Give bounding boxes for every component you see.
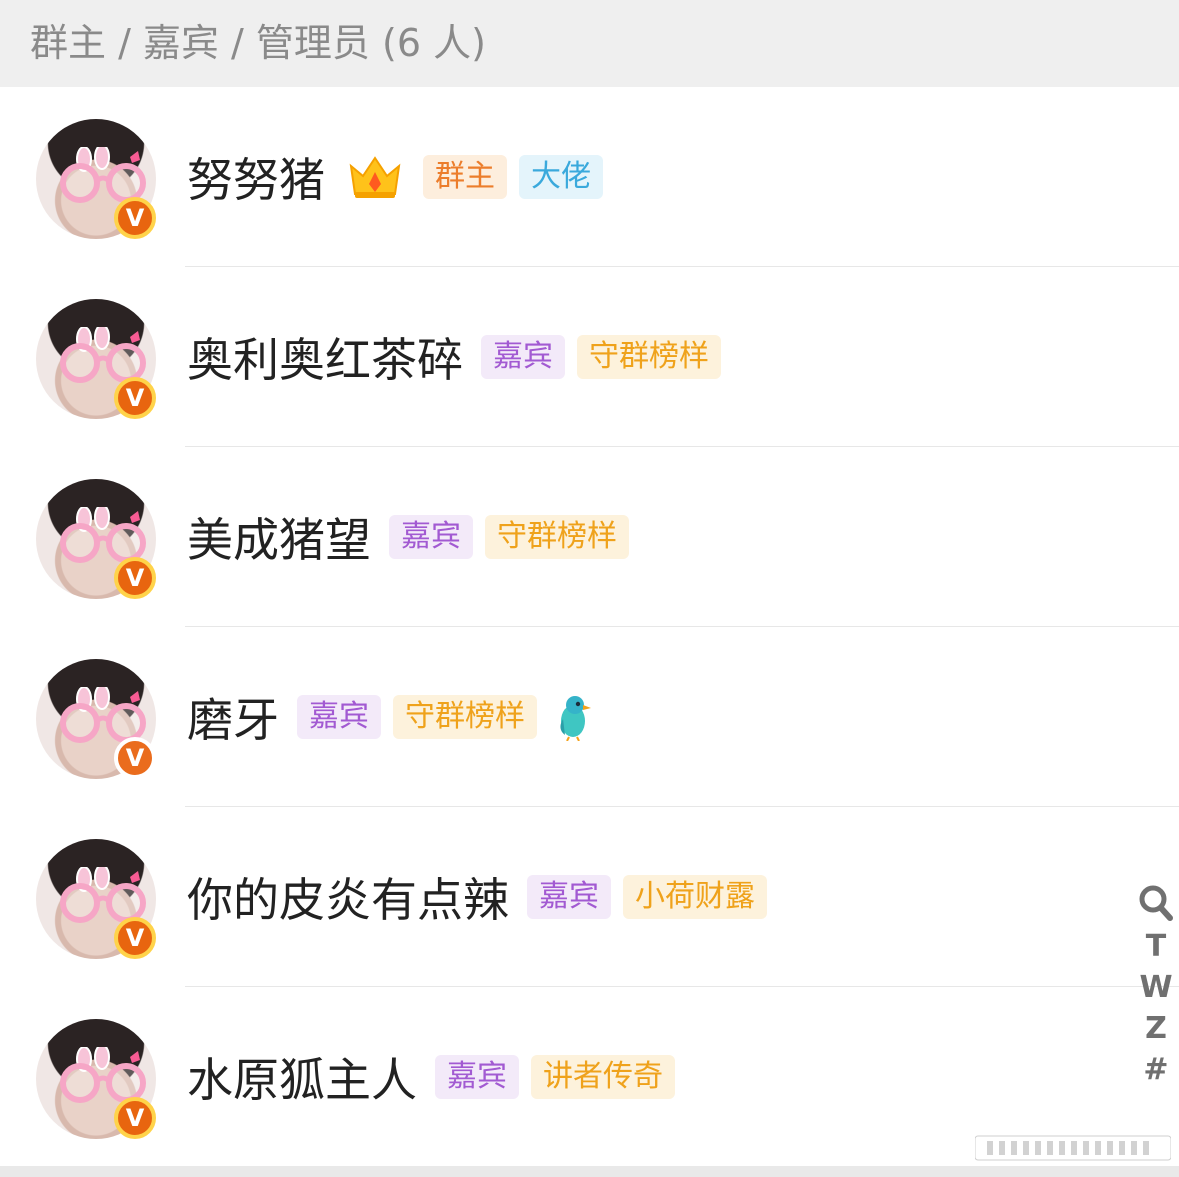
member-tags: 嘉宾 守群榜样 <box>389 515 629 559</box>
member-info: 努努猪 群主 大佬 <box>187 87 603 267</box>
member-row[interactable]: V 美成猪望 嘉宾 守群榜样 <box>0 447 1179 627</box>
section-header: 群主 / 嘉宾 / 管理员 (6 人) <box>0 0 1179 87</box>
member-name: 奥利奥红茶碎 <box>187 333 463 387</box>
member-name: 水原狐主人 <box>187 1053 417 1107</box>
tag-gold: 守群榜样 <box>485 515 629 559</box>
avatar[interactable]: V <box>36 659 156 779</box>
avatar[interactable]: V <box>36 839 156 959</box>
index-letter[interactable]: # <box>1143 1049 1168 1090</box>
member-row[interactable]: V 磨牙 嘉宾 守群榜样 <box>0 627 1179 807</box>
member-tags: 嘉宾 守群榜样 <box>481 335 721 379</box>
member-name: 美成猪望 <box>187 513 371 567</box>
section-title: 群主 / 嘉宾 / 管理员 (6 人) <box>30 21 486 65</box>
member-info: 你的皮炎有点辣 嘉宾 小荷财露 <box>187 807 767 987</box>
avatar[interactable]: V <box>36 479 156 599</box>
tag-gold: 讲者传奇 <box>531 1055 675 1099</box>
watermark-logo <box>975 1135 1171 1161</box>
member-list: V 努努猪 群主 大佬 V 奥利奥红茶碎 嘉宾 守群榜样 V 美成猪望 嘉宾 守群榜样 V 磨牙 嘉宾 守群榜… <box>0 87 1179 1167</box>
verified-badge-icon: V <box>114 197 156 239</box>
alphabet-index-bar[interactable]: T W Z # <box>1134 884 1178 1090</box>
crown-icon <box>349 156 401 198</box>
verified-badge-icon: V <box>114 917 156 959</box>
member-row[interactable]: V 你的皮炎有点辣 嘉宾 小荷财露 <box>0 807 1179 987</box>
member-name: 努努猪 <box>187 153 325 207</box>
verified-badge-icon: V <box>114 737 156 779</box>
member-info: 水原狐主人 嘉宾 讲者传奇 <box>187 987 675 1167</box>
tag-guest: 嘉宾 <box>435 1055 519 1099</box>
member-tags: 嘉宾 讲者传奇 <box>435 1055 675 1099</box>
member-row[interactable]: V 努努猪 群主 大佬 <box>0 87 1179 267</box>
member-name: 你的皮炎有点辣 <box>187 873 509 927</box>
index-letter[interactable]: W <box>1139 967 1172 1008</box>
index-letter[interactable]: T <box>1146 926 1166 967</box>
tag-guest: 嘉宾 <box>389 515 473 559</box>
avatar[interactable]: V <box>36 299 156 419</box>
bottom-bar <box>0 1166 1179 1177</box>
member-tags: 嘉宾 小荷财露 <box>527 875 767 919</box>
member-tags: 嘉宾 守群榜样 <box>297 693 593 741</box>
bird-icon <box>560 696 591 741</box>
index-letter[interactable]: Z <box>1145 1008 1167 1049</box>
tag-gold: 守群榜样 <box>577 335 721 379</box>
member-row[interactable]: V 奥利奥红茶碎 嘉宾 守群榜样 <box>0 267 1179 447</box>
member-name: 磨牙 <box>187 693 279 747</box>
avatar[interactable]: V <box>36 1019 156 1139</box>
verified-badge-icon: V <box>114 377 156 419</box>
search-icon[interactable] <box>1138 884 1174 922</box>
tag-gold: 小荷财露 <box>623 875 767 919</box>
tag-guest: 嘉宾 <box>297 695 381 739</box>
tag-guest: 嘉宾 <box>527 875 611 919</box>
verified-badge-icon: V <box>114 1097 156 1139</box>
tag-owner: 群主 <box>423 155 507 199</box>
member-info: 奥利奥红茶碎 嘉宾 守群榜样 <box>187 267 721 447</box>
tag-guest: 嘉宾 <box>481 335 565 379</box>
member-info: 磨牙 嘉宾 守群榜样 <box>187 627 593 807</box>
tag-boss: 大佬 <box>519 155 603 199</box>
tag-gold: 守群榜样 <box>393 695 537 739</box>
avatar[interactable]: V <box>36 119 156 239</box>
member-info: 美成猪望 嘉宾 守群榜样 <box>187 447 629 627</box>
verified-badge-icon: V <box>114 557 156 599</box>
member-tags: 群主 大佬 <box>423 155 603 199</box>
